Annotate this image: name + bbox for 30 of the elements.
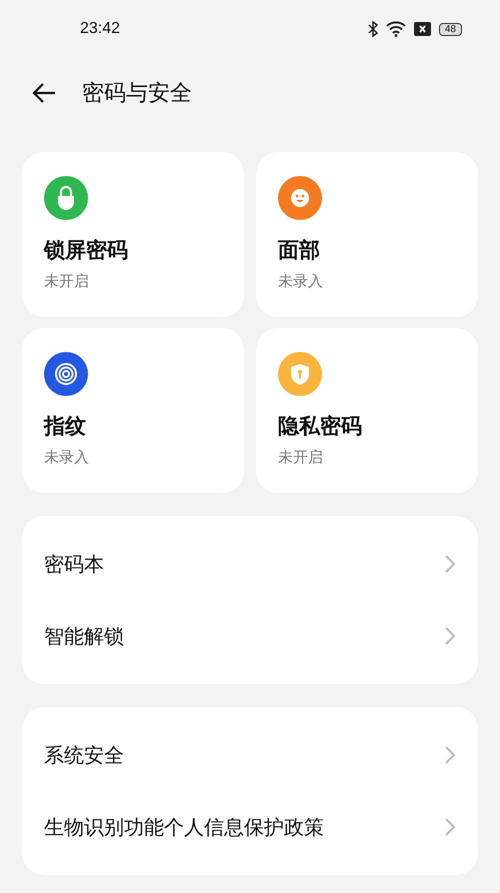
chevron-icon	[444, 745, 456, 765]
page-title: 密码与安全	[82, 80, 192, 108]
tile-status: 未录入	[44, 448, 90, 467]
wifi-icon	[386, 21, 406, 37]
security-tile[interactable]: 面部 未录入	[256, 152, 478, 317]
settings-row[interactable]: 生物识别功能个人信息保护政策	[22, 791, 478, 863]
tile-status: 未开启	[44, 272, 90, 291]
settings-row[interactable]: 智能解锁	[22, 600, 478, 672]
battery-indicator: 48	[438, 22, 462, 36]
tile-status: 未开启	[278, 448, 324, 467]
settings-row[interactable]: 密码本	[22, 528, 478, 600]
no-sim-icon	[414, 22, 431, 36]
tile-title: 指纹	[44, 413, 87, 440]
tile-title: 隐私密码	[278, 413, 363, 440]
tile-status: 未录入	[278, 272, 324, 291]
row-label: 系统安全	[44, 742, 124, 768]
chevron-icon	[444, 554, 456, 574]
security-tile[interactable]: 锁屏密码 未开启	[22, 152, 244, 317]
chevron-icon	[444, 626, 456, 646]
settings-row[interactable]: 系统安全	[22, 719, 478, 791]
status-time: 23:42	[80, 20, 120, 38]
security-tile[interactable]: 隐私密码 未开启	[256, 328, 478, 493]
security-tile[interactable]: 指纹 未录入	[22, 328, 244, 493]
tile-title: 面部	[278, 237, 321, 264]
row-label: 智能解锁	[44, 622, 124, 650]
row-label: 生物识别功能个人信息保护政策	[44, 814, 324, 840]
chevron-icon	[444, 817, 456, 837]
bluetooth-icon	[368, 21, 378, 37]
tile-title: 锁屏密码	[44, 237, 129, 264]
row-label: 密码本	[44, 550, 104, 578]
